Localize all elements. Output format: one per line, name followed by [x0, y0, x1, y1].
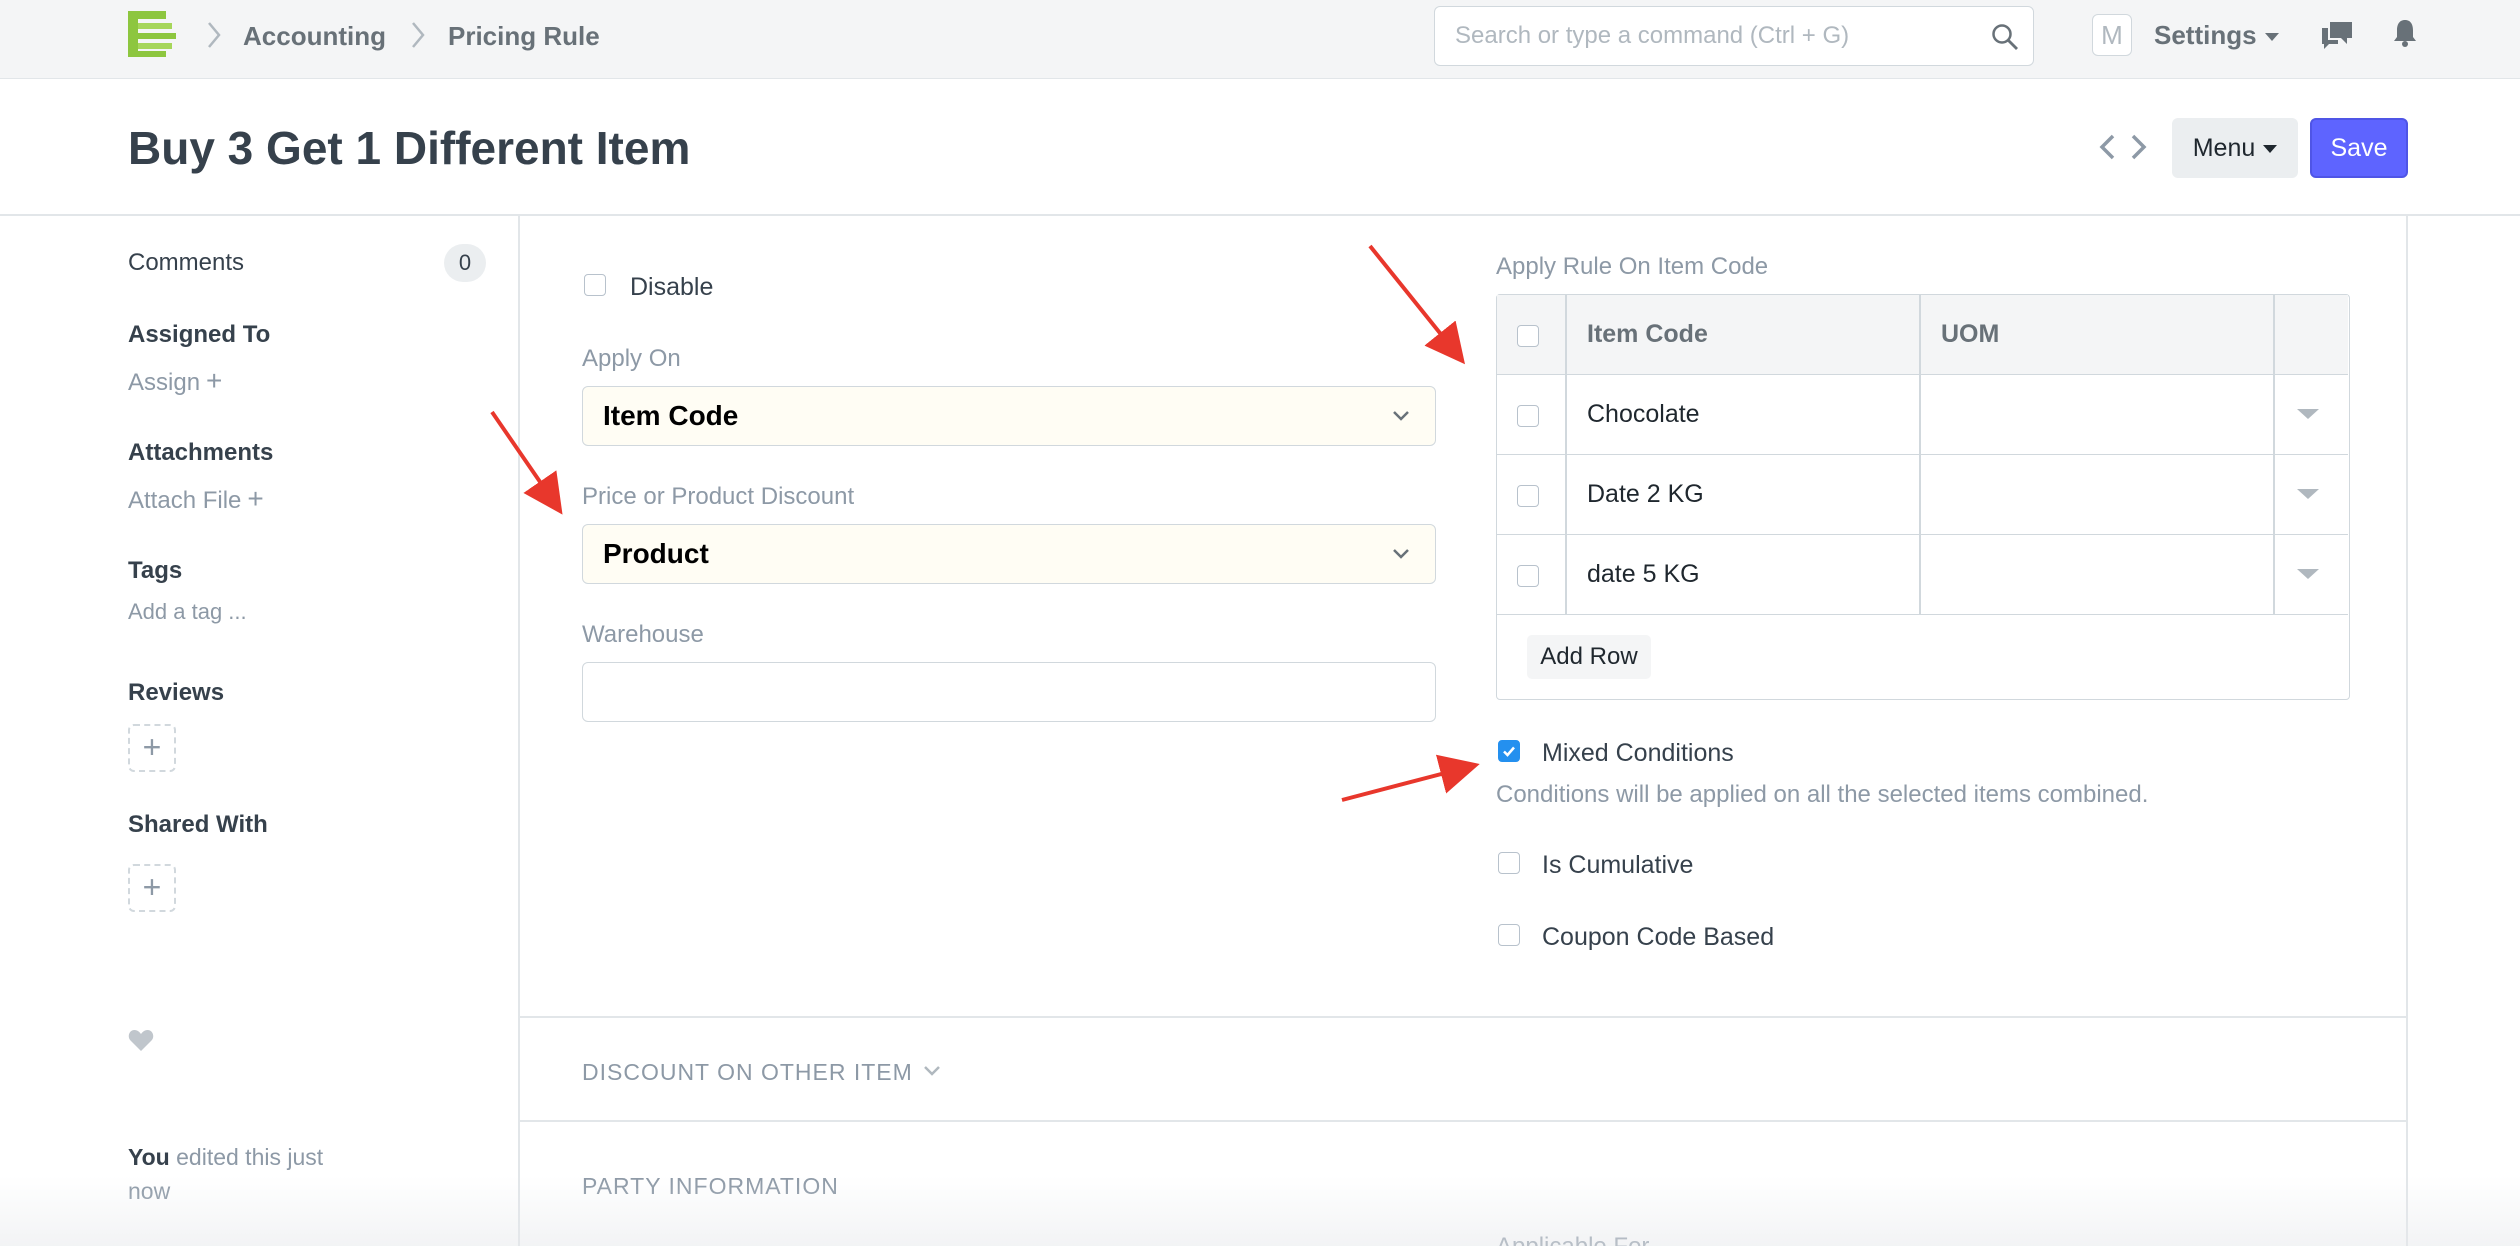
search-input[interactable]	[1455, 7, 1985, 64]
section-divider	[520, 1120, 2408, 1122]
checkmark-icon	[1503, 746, 1515, 757]
grid-cell-item-code[interactable]: Chocolate	[1587, 399, 1700, 429]
next-record-icon[interactable]	[2128, 132, 2150, 162]
breadcrumb-chevron-right-icon	[208, 22, 221, 48]
mixed-conditions-description: Conditions will be applied on all the se…	[1496, 781, 2149, 808]
erpnext-logo-icon[interactable]	[128, 11, 176, 57]
discount-on-other-item-section-toggle[interactable]: DISCOUNT ON OTHER ITEM	[582, 1058, 913, 1086]
apply-on-label: Apply On	[582, 345, 681, 372]
add-share-button[interactable]: +	[128, 864, 176, 912]
grid-header-row: Item Code UOM	[1497, 295, 2348, 375]
add-tag-link[interactable]: Add a tag ...	[128, 598, 247, 626]
assign-link-label: Assign	[128, 369, 201, 396]
grid-row[interactable]: date 5 KG	[1497, 535, 2348, 615]
plus-icon: +	[247, 483, 264, 514]
settings-label: Settings	[2154, 20, 2257, 50]
chat-icon[interactable]	[2320, 20, 2354, 50]
menu-button[interactable]: Menu	[2172, 118, 2298, 178]
warehouse-input[interactable]	[582, 662, 1436, 722]
row-edit-caret-icon[interactable]	[2297, 569, 2319, 579]
apply-rule-on-item-code-label: Apply Rule On Item Code	[1496, 253, 1769, 280]
comments-label[interactable]: Comments	[128, 248, 244, 278]
party-information-section-title: PARTY INFORMATION	[582, 1173, 839, 1199]
add-review-button[interactable]: +	[128, 724, 176, 772]
coupon-code-based-checkbox[interactable]	[1498, 924, 1520, 946]
grid-cell-item-code[interactable]: Date 2 KG	[1587, 479, 1704, 509]
assigned-to-heading: Assigned To	[128, 321, 271, 348]
tags-heading: Tags	[128, 557, 183, 584]
caret-down-icon	[2264, 33, 2279, 42]
breadcrumb-accounting[interactable]: Accounting	[243, 20, 386, 52]
is-cumulative-label[interactable]: Is Cumulative	[1542, 850, 1693, 880]
notification-bell-icon[interactable]	[2392, 18, 2418, 48]
plus-icon: +	[206, 365, 223, 396]
item-code-grid: Item Code UOM Chocolate Date 2 KG date 5…	[1496, 294, 2350, 700]
mixed-conditions-checkbox[interactable]	[1498, 740, 1520, 762]
activity-user: You	[128, 1144, 170, 1170]
settings-dropdown[interactable]: Settings	[2154, 18, 2279, 52]
grid-cell-item-code[interactable]: date 5 KG	[1587, 559, 1700, 589]
attach-file-label: Attach File	[128, 487, 242, 514]
breadcrumb-chevron-right-icon	[412, 22, 425, 48]
chevron-down-icon	[1393, 411, 1409, 421]
reviews-heading: Reviews	[128, 679, 225, 706]
add-row-button[interactable]: Add Row	[1527, 635, 1651, 679]
grid-column-divider	[1565, 295, 1567, 615]
chevron-down-icon	[1393, 549, 1409, 559]
search-box	[1434, 6, 2034, 66]
like-heart-icon[interactable]	[128, 1028, 154, 1052]
attachments-heading: Attachments	[128, 439, 274, 466]
section-divider	[520, 1016, 2408, 1018]
menu-label: Menu	[2192, 134, 2256, 162]
price-or-product-discount-label: Price or Product Discount	[582, 483, 855, 510]
row-edit-caret-icon[interactable]	[2297, 489, 2319, 499]
save-button[interactable]: Save	[2310, 118, 2408, 178]
is-cumulative-checkbox[interactable]	[1498, 852, 1520, 874]
warehouse-label: Warehouse	[582, 621, 704, 648]
assign-link[interactable]: Assign +	[128, 366, 222, 398]
grid-row[interactable]: Date 2 KG	[1497, 455, 2348, 535]
search-icon[interactable]	[1991, 23, 2019, 51]
mixed-conditions-label[interactable]: Mixed Conditions	[1542, 738, 1734, 768]
disable-label[interactable]: Disable	[630, 272, 713, 302]
grid-header-item-code: Item Code	[1587, 320, 1708, 348]
breadcrumb-pricing-rule[interactable]: Pricing Rule	[448, 20, 600, 52]
apply-on-value: Item Code	[603, 400, 739, 431]
caret-down-icon	[2263, 145, 2278, 154]
grid-row-checkbox[interactable]	[1517, 485, 1539, 507]
attach-file-link[interactable]: Attach File +	[128, 484, 264, 516]
price-or-product-discount-select[interactable]: Product	[582, 524, 1436, 584]
page-title: Buy 3 Get 1 Different Item	[128, 122, 691, 174]
page-head: Buy 3 Get 1 Different Item Menu Save	[0, 80, 2520, 216]
grid-row[interactable]: Chocolate	[1497, 375, 2348, 455]
activity-text: You edited this just now	[128, 1140, 348, 1208]
comments-count-badge: 0	[444, 244, 486, 282]
grid-header-uom: UOM	[1941, 320, 2000, 348]
applicable-for-label: Applicable For	[1496, 1232, 1649, 1246]
navbar: Accounting Pricing Rule M Settings	[0, 0, 2520, 79]
apply-on-select[interactable]: Item Code	[582, 386, 1436, 446]
row-edit-caret-icon[interactable]	[2297, 409, 2319, 419]
price-or-product-discount-value: Product	[603, 538, 709, 569]
grid-column-divider	[2273, 295, 2275, 615]
grid-row-checkbox[interactable]	[1517, 405, 1539, 427]
previous-record-icon[interactable]	[2096, 132, 2118, 162]
disable-checkbox[interactable]	[584, 274, 606, 296]
form-card: Disable Apply On Item Code Price or Prod…	[518, 216, 2408, 1246]
chevron-down-icon[interactable]	[922, 1064, 942, 1078]
grid-select-all-checkbox[interactable]	[1517, 325, 1539, 347]
grid-row-checkbox[interactable]	[1517, 565, 1539, 587]
user-avatar[interactable]: M	[2092, 14, 2132, 56]
grid-column-divider	[1919, 295, 1921, 615]
coupon-code-based-label[interactable]: Coupon Code Based	[1542, 922, 1774, 952]
shared-with-heading: Shared With	[128, 811, 268, 838]
